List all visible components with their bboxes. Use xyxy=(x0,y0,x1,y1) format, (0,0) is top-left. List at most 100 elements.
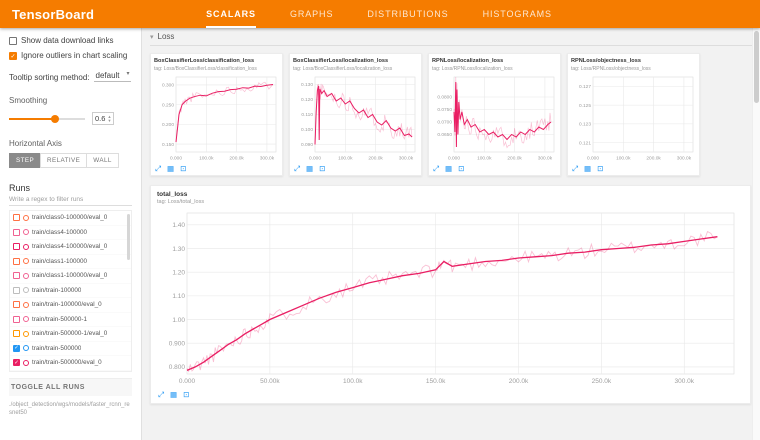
run-list-scrollbar[interactable] xyxy=(127,214,130,260)
show-download-links-row[interactable]: Show data download links xyxy=(9,36,132,46)
run-radio-icon[interactable] xyxy=(23,244,29,250)
pin-icon[interactable]: ⊡ xyxy=(597,165,603,173)
scrollbar-thumb[interactable] xyxy=(754,31,759,103)
run-item[interactable]: ✓ train/train-500000 xyxy=(10,342,131,357)
tab-histograms[interactable]: HISTOGRAMS xyxy=(483,0,552,28)
run-radio-icon[interactable] xyxy=(23,360,29,366)
tab-graphs[interactable]: GRAPHS xyxy=(290,0,333,28)
scrollbar[interactable] xyxy=(752,28,760,440)
run-checkbox[interactable] xyxy=(13,316,20,323)
toggle-all-runs-button[interactable]: TOGGLE ALL RUNS xyxy=(9,378,132,396)
run-item[interactable]: train/train-100000/eval_0 xyxy=(10,298,131,313)
smoothing-control: 0.6 ▲ ▼ xyxy=(9,112,132,125)
data-table-icon[interactable]: ▦ xyxy=(306,165,313,173)
run-radio-icon[interactable] xyxy=(23,331,29,337)
spinner-down-icon[interactable]: ▼ xyxy=(107,119,111,122)
axis-wall-button[interactable]: WALL xyxy=(86,153,119,168)
run-radio-icon[interactable] xyxy=(23,316,29,322)
data-table-icon[interactable]: ▦ xyxy=(170,391,177,399)
expand-icon[interactable]: ⤢ xyxy=(155,165,161,173)
svg-text:0.000: 0.000 xyxy=(170,155,182,161)
run-item[interactable]: train/class0-100000/eval_0 xyxy=(10,211,131,226)
data-table-icon[interactable]: ▦ xyxy=(445,165,452,173)
chart-tag: tag: Loss/total_loss xyxy=(157,199,744,205)
line-chart[interactable]: 0.8000.9001.001.101.201.301.400.00050.00… xyxy=(157,208,742,388)
chart-card-classification-loss: BoxClassifierLoss/classification_loss ta… xyxy=(150,53,283,176)
svg-text:100.0k: 100.0k xyxy=(477,155,492,161)
run-checkbox[interactable]: ✓ xyxy=(13,359,20,366)
pin-icon[interactable]: ⊡ xyxy=(458,165,464,173)
run-radio-icon[interactable] xyxy=(23,258,29,264)
ignore-outliers-checkbox[interactable]: ✓ xyxy=(9,52,17,60)
slider-fill xyxy=(9,118,55,120)
pin-icon[interactable]: ⊡ xyxy=(183,391,189,399)
tab-distributions[interactable]: DISTRIBUTIONS xyxy=(367,0,448,28)
run-checkbox[interactable]: ✓ xyxy=(13,345,20,352)
svg-text:0.250: 0.250 xyxy=(162,102,174,108)
tooltip-sorting-select[interactable]: default ▾ xyxy=(94,71,131,82)
run-checkbox[interactable] xyxy=(13,229,20,236)
chart-toolbar: ⤢ ▦ ⊡ xyxy=(293,162,418,174)
run-checkbox[interactable] xyxy=(13,287,20,294)
chart-title: BoxClassifierLoss/localization_loss xyxy=(293,58,418,65)
data-table-icon[interactable]: ▦ xyxy=(167,165,174,173)
run-radio-icon[interactable] xyxy=(23,287,29,293)
smoothing-value-box[interactable]: 0.6 ▲ ▼ xyxy=(92,112,114,125)
run-checkbox[interactable] xyxy=(13,272,20,279)
run-checkbox[interactable] xyxy=(13,243,20,250)
svg-text:0.125: 0.125 xyxy=(579,103,591,109)
run-item[interactable]: train/class1-100000 xyxy=(10,255,131,270)
run-item[interactable]: train/train-500000-1 xyxy=(10,313,131,328)
chart-toolbar: ⤢ ▦ ⊡ xyxy=(154,162,279,174)
run-item[interactable]: train/class4-100000 xyxy=(10,226,131,241)
chart-title: total_loss xyxy=(157,191,744,198)
run-radio-icon[interactable] xyxy=(23,229,29,235)
run-checkbox[interactable] xyxy=(13,214,20,221)
run-checkbox[interactable] xyxy=(13,301,20,308)
run-label: train/train-500000 xyxy=(32,345,81,352)
run-item[interactable]: train/class1-100000/eval_0 xyxy=(10,269,131,284)
svg-text:0.000: 0.000 xyxy=(448,155,460,161)
data-table-icon[interactable]: ▦ xyxy=(584,165,591,173)
line-chart[interactable]: 0.1210.1230.1250.1270.000100.0k200.0k300… xyxy=(571,74,696,162)
chart-card-total-loss: total_loss tag: Loss/total_loss 0.8000.9… xyxy=(150,185,751,404)
run-item[interactable]: train/train-100000 xyxy=(10,284,131,299)
tag-group-header[interactable]: ▾ Loss xyxy=(150,30,752,46)
run-radio-icon[interactable] xyxy=(23,273,29,279)
pin-icon[interactable]: ⊡ xyxy=(180,165,186,173)
run-radio-icon[interactable] xyxy=(23,345,29,351)
svg-text:1.00: 1.00 xyxy=(172,317,185,324)
run-item[interactable]: ✓train/train-500000/eval_0 xyxy=(10,356,131,371)
line-chart[interactable]: 0.0900.1000.1100.1200.1300.000100.0k200.… xyxy=(293,74,418,162)
axis-step-button[interactable]: STEP xyxy=(9,153,40,168)
svg-text:0.130: 0.130 xyxy=(301,82,313,88)
run-radio-icon[interactable] xyxy=(23,215,29,221)
svg-text:300.0k: 300.0k xyxy=(538,155,553,161)
spinner-icons[interactable]: ▲ ▼ xyxy=(107,115,111,122)
pin-icon[interactable]: ⊡ xyxy=(319,165,325,173)
chart-title: RPNLoss/localization_loss xyxy=(432,58,557,65)
line-chart[interactable]: 0.06500.07000.07500.08000.000100.0k200.0… xyxy=(432,74,557,162)
tab-scalars[interactable]: SCALARS xyxy=(206,0,256,28)
axis-relative-button[interactable]: RELATIVE xyxy=(40,153,86,168)
horizontal-axis-label: Horizontal Axis xyxy=(9,139,132,148)
line-chart[interactable]: 0.1500.2000.2500.3000.000100.0k200.0k300… xyxy=(154,74,279,162)
run-item[interactable]: train/class4-100000/eval_0 xyxy=(10,240,131,255)
expand-icon[interactable]: ⤢ xyxy=(572,165,578,173)
show-download-links-label: Show data download links xyxy=(21,36,114,46)
expand-icon[interactable]: ⤢ xyxy=(433,165,439,173)
tag-group-label: Loss xyxy=(158,32,175,41)
expand-icon[interactable]: ⤢ xyxy=(294,165,300,173)
run-radio-icon[interactable] xyxy=(23,302,29,308)
show-download-links-checkbox[interactable] xyxy=(9,37,17,45)
run-item[interactable]: train/train-500000-1/eval_0 xyxy=(10,327,131,342)
runs-filter-input[interactable] xyxy=(9,193,132,206)
ignore-outliers-row[interactable]: ✓ Ignore outliers in chart scaling xyxy=(9,51,132,61)
run-checkbox[interactable] xyxy=(13,258,20,265)
expand-icon[interactable]: ⤢ xyxy=(158,391,164,399)
svg-text:250.0k: 250.0k xyxy=(592,378,612,385)
smoothing-slider[interactable] xyxy=(9,118,85,120)
slider-thumb[interactable] xyxy=(51,115,59,123)
run-checkbox[interactable] xyxy=(13,330,20,337)
svg-text:1.40: 1.40 xyxy=(172,223,185,230)
